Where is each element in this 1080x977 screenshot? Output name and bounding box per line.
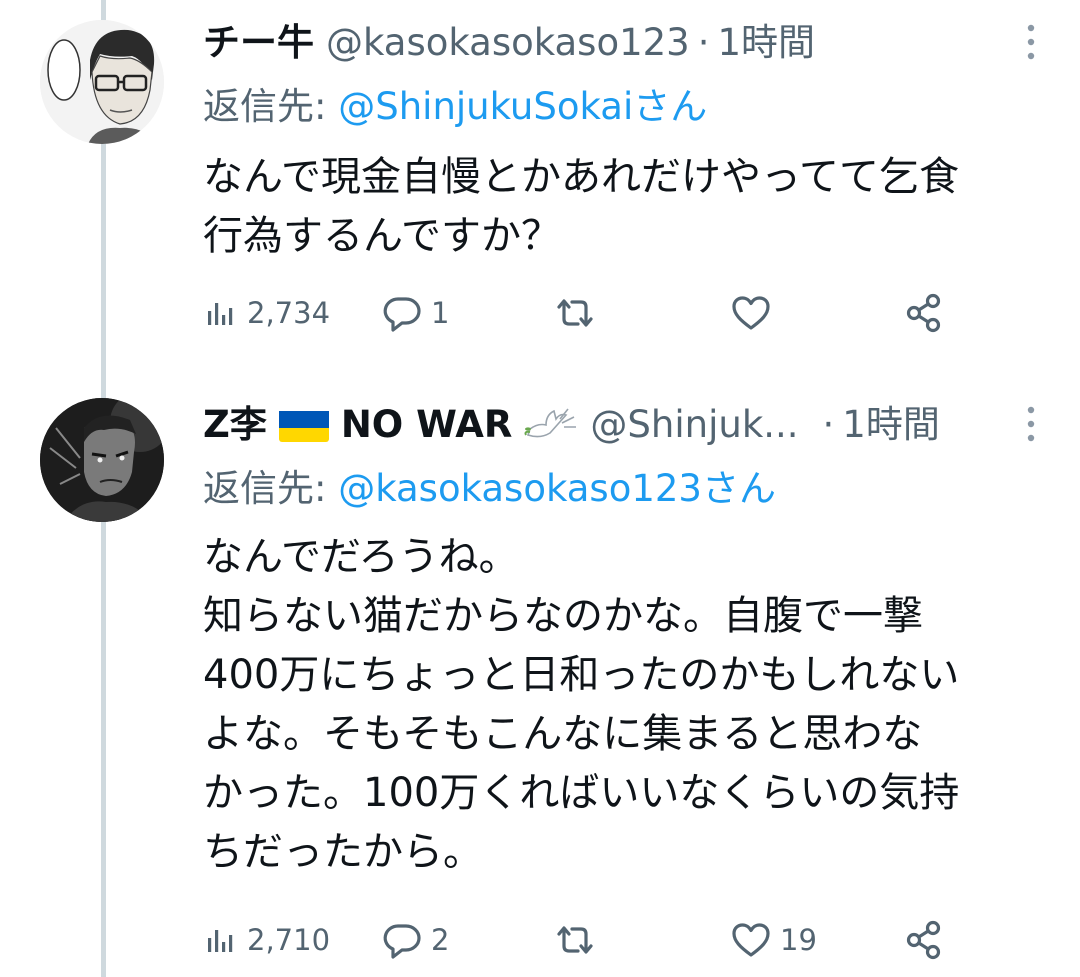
tweet-text: なんでだろうね。 知らない猫だからなのかな。自腹で一撃 400万にちょっと日和っ… (203, 528, 1043, 882)
reply-button[interactable]: 2 (381, 910, 449, 970)
like-button[interactable]: 19 (730, 910, 817, 970)
tweet[interactable]: Z李 NO WAR @Shinjuk... · 1時間 返信先: @kasoka… (0, 0, 1080, 977)
tweet-text-line: かった。100万くればいいなくらいの気持 (203, 770, 960, 816)
ukraine-flag-icon (278, 408, 329, 442)
views-count: 2,710 (247, 923, 331, 957)
reply-mention-link[interactable]: @kasokasokaso123さん (338, 467, 776, 510)
timestamp[interactable]: 1時間 (842, 400, 940, 450)
share-icon (906, 920, 941, 960)
tweet-text-line: ちだったから。 (203, 829, 483, 875)
dove-icon (522, 405, 578, 445)
reply-context: 返信先: @kasokasokaso123さん (203, 464, 776, 514)
user-handle[interactable]: @Shinjuk... (590, 400, 798, 450)
more-icon[interactable] (1026, 404, 1036, 444)
reply-icon (383, 924, 421, 959)
reply-label: 返信先: (203, 467, 339, 510)
tweet-header: Z李 NO WAR @Shinjuk... · 1時間 (203, 400, 940, 450)
display-name-suffix[interactable]: NO WAR (341, 400, 513, 450)
tweet-text-line: よな。そもそもこんなに集まると思わな (203, 711, 923, 757)
views-button[interactable]: 2,710 (203, 910, 330, 970)
retweet-button[interactable] (553, 910, 605, 970)
avatar-illustration (40, 398, 164, 522)
tweet-text-line: 知らない猫だからなのかな。自腹で一撃 (203, 593, 923, 639)
tweet-text-line: なんでだろうね。 (203, 534, 519, 580)
reply-count: 2 (431, 923, 450, 957)
display-name[interactable]: Z李 (203, 400, 267, 450)
tweet-text-line: 400万にちょっと日和ったのかもしれない (203, 652, 960, 698)
share-button[interactable] (903, 910, 945, 970)
action-bar: 2,710 2 19 (203, 910, 963, 970)
like-count: 19 (780, 923, 817, 957)
separator-dot: · (822, 403, 835, 446)
views-icon (208, 930, 233, 952)
retweet-icon (557, 926, 593, 954)
like-icon (732, 923, 770, 957)
avatar[interactable] (40, 398, 164, 522)
